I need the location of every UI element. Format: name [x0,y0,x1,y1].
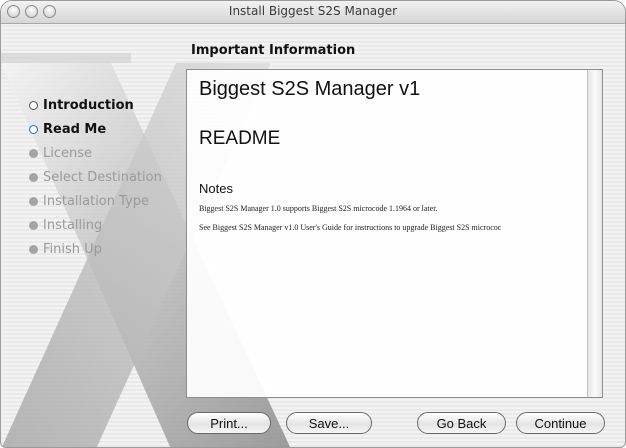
step-label: Finish Up [43,241,102,257]
installer-steps: Introduction Read Me License Select Dest… [29,93,162,261]
step-pending-icon [29,220,38,230]
go-back-button[interactable]: Go Back [417,412,506,434]
step-installing: Installing [29,213,162,237]
readme-document: Biggest S2S Manager v1 README Notes Bigg… [199,78,584,232]
print-button[interactable]: Print... [187,412,271,434]
step-select-destination: Select Destination [29,165,162,189]
step-pending-icon [29,148,38,158]
readme-paragraph: Biggest S2S Manager 1.0 supports Biggest… [199,204,438,213]
save-button[interactable]: Save... [286,412,372,434]
readme-subheading: README [199,128,281,149]
step-introduction: Introduction [29,93,162,117]
step-label: Select Destination [43,169,162,185]
window-title: Install Biggest S2S Manager [228,4,398,18]
step-installation-type: Installation Type [29,189,162,213]
continue-button[interactable]: Continue [516,412,605,434]
step-done-icon [29,100,38,110]
step-finish-up: Finish Up [29,237,162,261]
step-label: Introduction [43,97,134,113]
section-title: Important Information [191,43,356,58]
installer-window: Install Biggest S2S Manager Important In… [0,0,626,448]
step-read-me: Read Me [29,117,162,141]
readme-heading: Biggest S2S Manager v1 [199,78,421,100]
step-pending-icon [29,196,38,206]
step-current-icon [29,124,38,134]
step-label: Read Me [43,121,107,137]
readme-content-pane[interactable]: Biggest S2S Manager v1 README Notes Bigg… [186,69,603,398]
title-bar[interactable]: Install Biggest S2S Manager [1,1,625,24]
step-label: Installation Type [43,193,149,209]
notes-heading: Notes [199,181,233,196]
vertical-scrollbar[interactable] [587,70,602,397]
step-label: License [43,145,93,161]
readme-paragraph: See Biggest S2S Manager v1.0 User's Guid… [199,223,502,232]
step-license: License [29,141,162,165]
step-pending-icon [29,172,38,182]
step-label: Installing [43,217,103,233]
step-pending-icon [29,244,38,254]
